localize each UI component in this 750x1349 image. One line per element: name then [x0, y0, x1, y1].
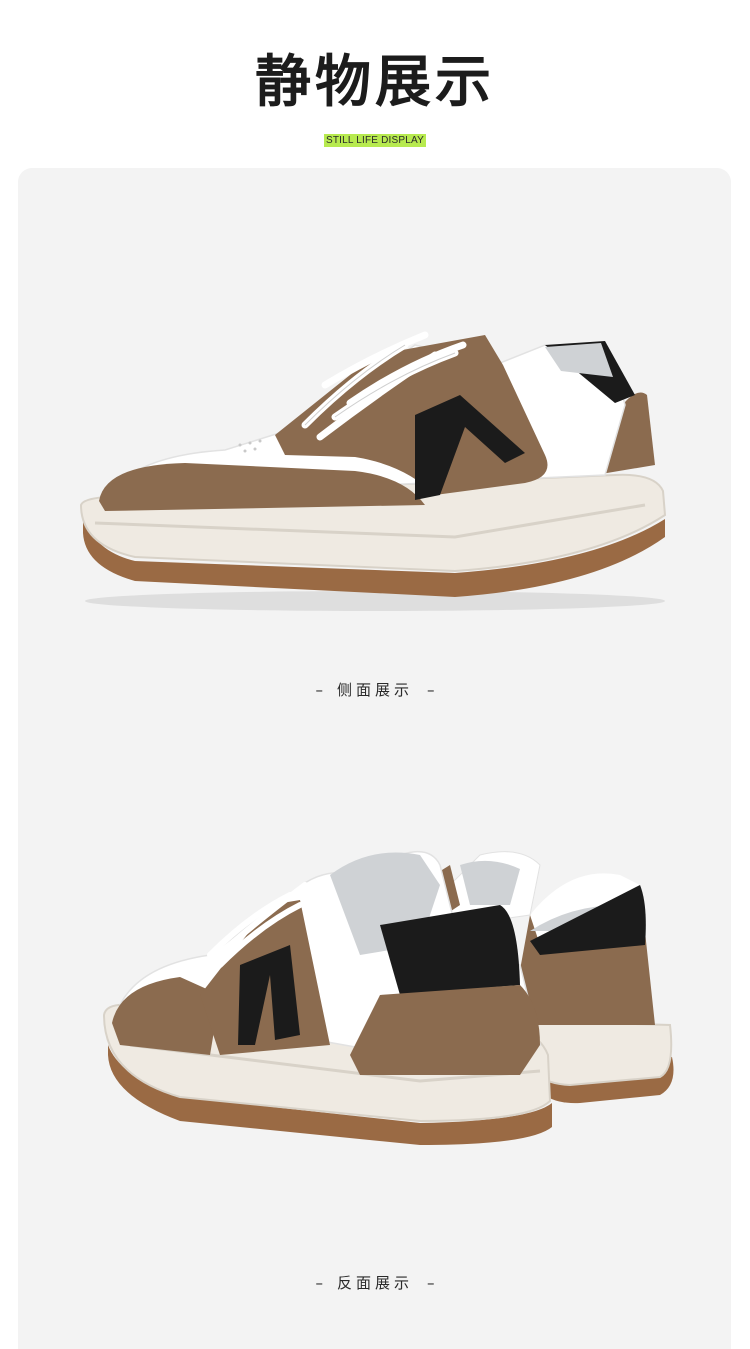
- subtitle-wrap: STILL LIFE DISPLAY: [0, 128, 750, 147]
- caption-dash-right: –: [427, 1274, 435, 1292]
- caption-dash-left: –: [315, 681, 323, 699]
- caption-text: 反面展示: [336, 1274, 413, 1292]
- side-view-shoe-image: [75, 305, 675, 625]
- caption-side-view: – 侧面展示 –: [0, 680, 750, 700]
- caption-dash-left: –: [315, 1274, 323, 1292]
- page-subtitle: STILL LIFE DISPLAY: [323, 134, 427, 147]
- page-header: 静物展示 STILL LIFE DISPLAY: [0, 0, 750, 168]
- back-view-shoes-image: [100, 845, 680, 1195]
- caption-back-view: – 反面展示 –: [0, 1273, 750, 1293]
- caption-dash-right: –: [427, 681, 435, 699]
- page-title: 静物展示: [255, 50, 495, 115]
- caption-text: 侧面展示: [336, 681, 413, 699]
